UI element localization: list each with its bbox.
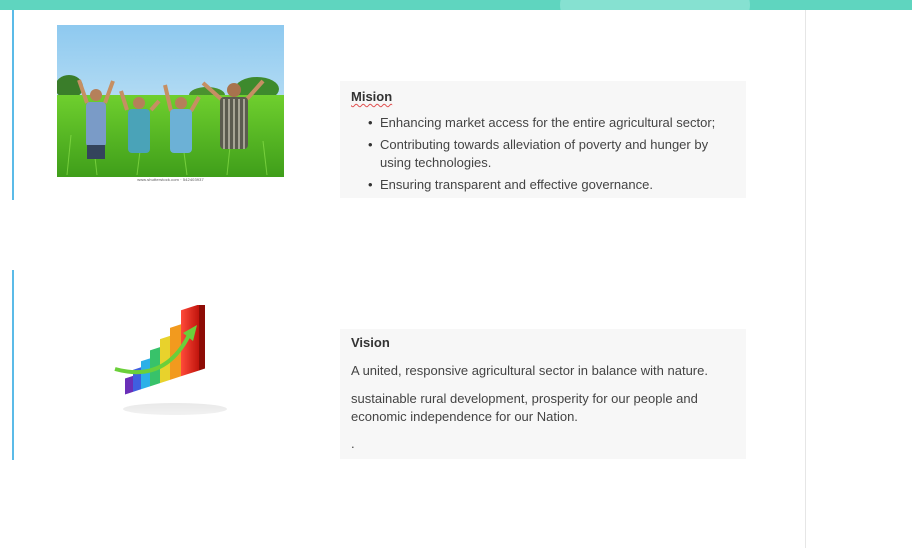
mission-title: Mision — [351, 89, 393, 104]
vision-paragraph: sustainable rural development, prosperit… — [351, 391, 698, 424]
mission-card: Mision Enhancing market access for the e… — [340, 81, 746, 198]
content-right-divider — [805, 10, 806, 548]
vision-paragraph: . — [351, 436, 355, 451]
mission-list: Enhancing market access for the entire a… — [368, 114, 718, 198]
mission-accent-line — [12, 10, 14, 200]
vision-paragraph: A united, responsive agricultural sector… — [351, 363, 708, 378]
farmers-field-photo: www.shutterstock.com · 542403937 — [57, 25, 284, 185]
photo-caption: www.shutterstock.com · 542403937 — [137, 177, 204, 182]
mission-item: Ensuring transparent and effective gover… — [368, 176, 718, 194]
vision-card: Vision A united, responsive agricultural… — [340, 329, 746, 459]
top-header-bar — [0, 0, 912, 10]
vision-accent-line — [12, 270, 14, 460]
growth-chart-icon — [105, 302, 235, 435]
mission-item: Enhancing market access for the entire a… — [368, 114, 718, 132]
mission-item: Contributing towards alleviation of pove… — [368, 136, 718, 172]
farmers-photo-image — [57, 25, 284, 177]
vision-title: Vision — [351, 335, 390, 350]
header-decoration — [560, 0, 750, 10]
